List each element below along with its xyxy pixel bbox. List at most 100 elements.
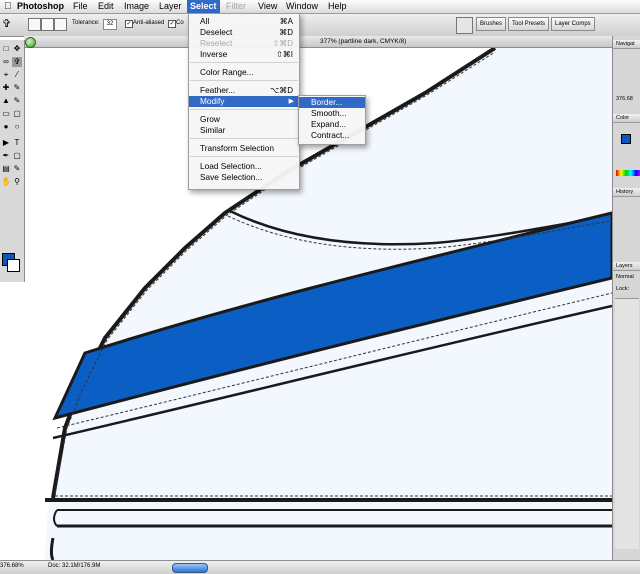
navigator-panel-tab[interactable]: Navigat <box>613 40 640 49</box>
menu-item-label: Grow <box>200 114 220 124</box>
menu-item-transform-selection[interactable]: Transform Selection <box>189 143 299 154</box>
menu-item-label: Transform Selection <box>200 143 274 153</box>
color-ramp[interactable] <box>616 170 640 176</box>
subtract-selection-mode-icon[interactable] <box>54 18 67 31</box>
menu-item-smooth[interactable]: Smooth... <box>299 108 365 119</box>
eyedropper-tool-icon[interactable]: ✎ <box>12 164 22 174</box>
menu-item-grow[interactable]: Grow <box>189 114 299 125</box>
menu-item-label: Expand... <box>311 119 347 129</box>
palette-well-icon[interactable] <box>456 17 473 34</box>
doc-size[interactable]: Doc: 32.1M/176.9M <box>48 563 100 569</box>
menu-item-color-range[interactable]: Color Range... <box>189 67 299 78</box>
new-selection-mode-icon[interactable] <box>28 18 41 31</box>
menu-bar:  Photoshop File Edit Image Layer Select… <box>0 0 640 14</box>
healing-brush-icon[interactable]: ✚ <box>1 83 11 93</box>
eraser-tool-icon[interactable]: ▭ <box>1 109 11 119</box>
slice-tool-icon[interactable]: ⁄ <box>12 70 22 80</box>
navigator-zoom: 376.68 <box>616 96 633 102</box>
tab-brushes[interactable]: Brushes <box>476 17 507 31</box>
magic-wand-tool-icon[interactable]: ✞ <box>12 57 22 67</box>
magic-wand-icon[interactable]: ✞ <box>2 17 22 32</box>
pen-tool-icon[interactable]: ✒ <box>1 151 11 161</box>
menu-item-save-selection[interactable]: Save Selection... <box>189 172 299 183</box>
stamp-tool-icon[interactable]: ▲ <box>1 96 11 106</box>
type-tool-icon[interactable]: T <box>12 138 22 148</box>
zoom-tool-icon[interactable]: ⚲ <box>12 177 22 187</box>
menu-item-label: Reselect <box>200 38 233 48</box>
menu-item-deselect[interactable]: Deselect ⌘D <box>189 27 299 38</box>
submenu-arrow-icon: ▶ <box>288 98 294 105</box>
tab-tool-presets[interactable]: Tool Presets <box>508 17 550 31</box>
zoom-level[interactable]: 376.68% <box>0 563 24 569</box>
menu-separator <box>190 80 298 81</box>
menu-photoshop[interactable]: Photoshop <box>14 0 67 13</box>
menu-separator <box>190 62 298 63</box>
tab-layer-comps[interactable]: Layer Comps <box>551 17 595 31</box>
tolerance-field[interactable]: 32 <box>103 19 117 30</box>
marquee-tool-icon[interactable]: □ <box>1 44 11 54</box>
menu-item-label: Color Range... <box>200 67 254 77</box>
apple-icon[interactable]:  <box>4 0 12 13</box>
right-palettes: Navigat 376.68 Color History Layers Norm… <box>612 36 640 560</box>
path-select-icon[interactable]: ▶ <box>1 138 11 148</box>
blur-tool-icon[interactable]: ● <box>1 122 11 132</box>
background-color-swatch[interactable] <box>7 259 20 272</box>
menu-image[interactable]: Image <box>121 0 152 13</box>
menu-file[interactable]: File <box>70 0 91 13</box>
move-tool-icon[interactable]: ✥ <box>12 44 22 54</box>
menu-item-label: Smooth... <box>311 108 347 118</box>
menu-item-label: All <box>200 16 210 26</box>
add-selection-mode-icon[interactable] <box>41 18 54 31</box>
menu-item-label: Modify <box>200 96 225 106</box>
menu-item-inverse[interactable]: Inverse ⇧⌘I <box>189 49 299 60</box>
brush-tool-icon[interactable]: ✎ <box>12 83 22 93</box>
anti-aliased-label: Anti-aliased <box>133 20 165 26</box>
menu-item-modify[interactable]: Modify ▶ <box>189 96 299 107</box>
menu-separator <box>190 109 298 110</box>
dodge-tool-icon[interactable]: ○ <box>12 122 22 132</box>
contiguous-checkbox[interactable]: ✓ <box>168 20 176 28</box>
menu-item-label: Contract... <box>311 130 350 140</box>
menu-item-border[interactable]: Border... <box>299 97 365 108</box>
menu-view[interactable]: View <box>255 0 280 13</box>
menu-item-feather[interactable]: Feather... ⌥⌘D <box>189 85 299 96</box>
menu-item-all[interactable]: All ⌘A <box>189 16 299 27</box>
anti-aliased-checkbox[interactable]: ✓ <box>125 20 133 28</box>
layers-panel-tab[interactable]: Layers <box>613 262 640 271</box>
color-panel-tab[interactable]: Color <box>613 114 640 123</box>
gradient-tool-icon[interactable]: ▢ <box>12 109 22 119</box>
menu-item-label: Border... <box>311 97 343 107</box>
menu-item-label: Deselect <box>200 27 233 37</box>
menu-item-reselect[interactable]: Reselect ⇧⌘D <box>189 38 299 49</box>
menu-item-contract[interactable]: Contract... <box>299 130 365 141</box>
layers-lock-label: Lock: <box>616 286 630 292</box>
shape-tool-icon[interactable]: ▢ <box>12 151 22 161</box>
menu-help[interactable]: Help <box>325 0 350 13</box>
hand-tool-icon[interactable]: ✋ <box>1 177 11 187</box>
menu-item-similar[interactable]: Similar <box>189 125 299 136</box>
layers-blend-mode[interactable]: Normal <box>616 274 634 280</box>
history-brush-icon[interactable]: ✎ <box>12 96 22 106</box>
menu-select[interactable]: Select <box>187 0 220 13</box>
horizontal-scroll-thumb[interactable] <box>172 563 208 573</box>
menu-layer[interactable]: Layer <box>156 0 185 13</box>
notes-tool-icon[interactable]: ▤ <box>1 164 11 174</box>
menu-filter[interactable]: Filter <box>223 0 249 13</box>
color-fg-swatch[interactable] <box>621 134 631 144</box>
history-panel-tab[interactable]: History <box>613 188 640 197</box>
menu-edit[interactable]: Edit <box>95 0 117 13</box>
status-bar: 376.68% Doc: 32.1M/176.9M <box>0 560 640 574</box>
crop-tool-icon[interactable]: ⌖ <box>1 70 11 80</box>
menu-window[interactable]: Window <box>283 0 321 13</box>
menu-item-label: Feather... <box>200 85 236 95</box>
zoom-window-button[interactable] <box>25 37 36 48</box>
menu-item-label: Inverse <box>200 49 228 59</box>
menu-item-shortcut: ⇧⌘I <box>276 50 293 59</box>
menu-separator <box>190 138 298 139</box>
menu-item-label: Save Selection... <box>200 172 263 182</box>
menu-item-load-selection[interactable]: Load Selection... <box>189 161 299 172</box>
menu-item-expand[interactable]: Expand... <box>299 119 365 130</box>
tolerance-label: Tolerance: <box>72 20 100 26</box>
layers-list[interactable] <box>615 298 639 549</box>
lasso-tool-icon[interactable]: ∞ <box>1 57 11 67</box>
